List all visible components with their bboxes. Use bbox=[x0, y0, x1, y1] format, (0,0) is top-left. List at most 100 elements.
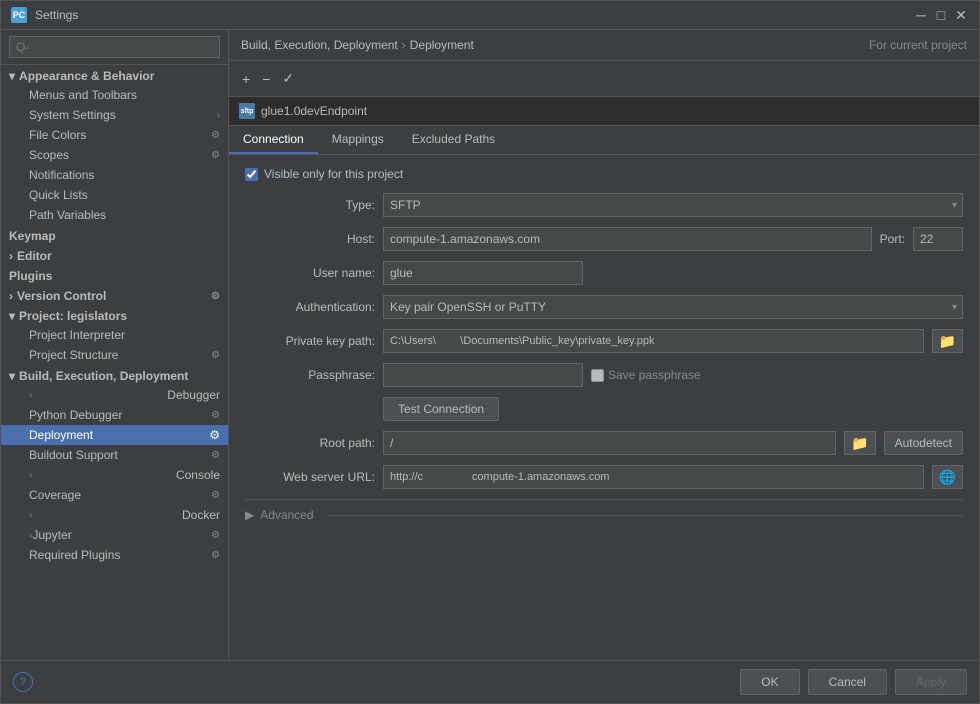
tab-mappings[interactable]: Mappings bbox=[318, 126, 398, 154]
sidebar-label: Scopes bbox=[29, 148, 69, 162]
sidebar-item-python-debugger[interactable]: Python Debugger ⚙ bbox=[1, 405, 228, 425]
sidebar-item-buildout-support[interactable]: Buildout Support ⚙ bbox=[1, 445, 228, 465]
autodetect-button[interactable]: Autodetect bbox=[884, 431, 963, 455]
test-connection-row: Test Connection bbox=[245, 397, 963, 421]
private-key-row: Private key path: 📁 bbox=[245, 329, 963, 353]
web-server-url-row: Web server URL: 🌐 bbox=[245, 465, 963, 489]
advanced-section[interactable]: ▶ Advanced bbox=[245, 499, 963, 530]
apply-button[interactable]: Apply bbox=[895, 669, 967, 695]
sidebar-label: Python Debugger bbox=[29, 408, 122, 422]
sidebar-item-debugger[interactable]: › Debugger bbox=[1, 385, 228, 405]
sidebar-item-version-control[interactable]: › Version Control ⚙ bbox=[1, 285, 228, 305]
sidebar-label: Menus and Toolbars bbox=[29, 88, 137, 102]
sidebar-item-deployment[interactable]: Deployment ⚙ bbox=[1, 425, 228, 445]
help-button[interactable]: ? bbox=[13, 672, 33, 692]
breadcrumb-separator: › bbox=[402, 38, 406, 52]
settings-icon: ⚙ bbox=[211, 490, 220, 501]
settings-window: PC Settings ─ □ ✕ ▾ Appearance & Behavio… bbox=[0, 0, 980, 704]
sidebar-item-jupyter[interactable]: › Jupyter ⚙ bbox=[1, 525, 228, 545]
sidebar-item-quick-lists[interactable]: Quick Lists bbox=[1, 185, 228, 205]
deployment-panel: + − ✓ sftp glue1.0devEndpoint Connection bbox=[229, 61, 979, 660]
sidebar-item-menus-toolbars[interactable]: Menus and Toolbars bbox=[1, 85, 228, 105]
sidebar-label: Appearance & Behavior bbox=[19, 69, 154, 83]
maximize-button[interactable]: □ bbox=[933, 7, 949, 23]
visible-only-checkbox[interactable] bbox=[245, 168, 258, 181]
tabs-bar: Connection Mappings Excluded Paths bbox=[229, 126, 979, 155]
test-connection-button[interactable]: Test Connection bbox=[383, 397, 499, 421]
tab-connection[interactable]: Connection bbox=[229, 126, 318, 154]
sidebar-item-docker[interactable]: › Docker bbox=[1, 505, 228, 525]
web-server-label: Web server URL: bbox=[245, 470, 375, 484]
sidebar-item-build-execution-deployment[interactable]: ▾ Build, Execution, Deployment bbox=[1, 365, 228, 385]
expand-arrow-icon: › bbox=[29, 390, 32, 401]
breadcrumb-parent: Build, Execution, Deployment bbox=[241, 38, 398, 52]
check-button[interactable]: ✓ bbox=[277, 67, 299, 90]
sidebar-item-notifications[interactable]: Notifications bbox=[1, 165, 228, 185]
settings-icon: ⚙ bbox=[211, 350, 220, 361]
open-url-button[interactable]: 🌐 bbox=[932, 465, 963, 489]
private-key-input[interactable] bbox=[383, 329, 924, 353]
save-passphrase-row: Save passphrase bbox=[591, 368, 701, 382]
passphrase-input[interactable] bbox=[383, 363, 583, 387]
browse-root-button[interactable]: 📁 bbox=[844, 431, 875, 455]
passphrase-row: Passphrase: Save passphrase bbox=[245, 363, 963, 387]
type-select[interactable]: SFTP bbox=[383, 193, 963, 217]
sidebar-label: Plugins bbox=[9, 269, 52, 283]
main-panel: Build, Execution, Deployment › Deploymen… bbox=[229, 30, 979, 660]
sidebar-item-project-structure[interactable]: Project Structure ⚙ bbox=[1, 345, 228, 365]
sidebar-item-console[interactable]: › Console bbox=[1, 465, 228, 485]
sidebar-item-coverage[interactable]: Coverage ⚙ bbox=[1, 485, 228, 505]
close-button[interactable]: ✕ bbox=[953, 7, 969, 23]
minimize-button[interactable]: ─ bbox=[913, 7, 929, 23]
sidebar-item-editor[interactable]: › Editor bbox=[1, 245, 228, 265]
sidebar-label: Buildout Support bbox=[29, 448, 118, 462]
add-server-button[interactable]: + bbox=[237, 68, 255, 90]
username-input[interactable] bbox=[383, 261, 583, 285]
sidebar-item-scopes[interactable]: Scopes ⚙ bbox=[1, 145, 228, 165]
auth-select[interactable]: Key pair OpenSSH or PuTTY bbox=[383, 295, 963, 319]
settings-icon: ⚙ bbox=[211, 550, 220, 561]
username-label: User name: bbox=[245, 266, 375, 280]
type-label: Type: bbox=[245, 198, 375, 212]
sidebar-label: Jupyter bbox=[32, 528, 71, 542]
app-icon: PC bbox=[11, 7, 27, 23]
expand-arrow-icon: › bbox=[9, 249, 13, 263]
sidebar-label: Build, Execution, Deployment bbox=[19, 369, 188, 383]
tab-excluded-paths[interactable]: Excluded Paths bbox=[398, 126, 509, 154]
sidebar-item-file-colors[interactable]: File Colors ⚙ bbox=[1, 125, 228, 145]
search-input[interactable] bbox=[9, 36, 220, 58]
breadcrumb-current: Deployment bbox=[410, 38, 474, 52]
settings-icon: ⚙ bbox=[211, 450, 220, 461]
remove-server-button[interactable]: − bbox=[257, 68, 275, 90]
username-row: User name: bbox=[245, 261, 963, 285]
sidebar-item-plugins[interactable]: Plugins bbox=[1, 265, 228, 285]
sidebar-item-required-plugins[interactable]: Required Plugins ⚙ bbox=[1, 545, 228, 565]
sidebar-item-keymap[interactable]: Keymap bbox=[1, 225, 228, 245]
private-key-label: Private key path: bbox=[245, 334, 375, 348]
host-input[interactable] bbox=[383, 227, 872, 251]
sidebar-item-path-variables[interactable]: Path Variables bbox=[1, 205, 228, 225]
port-input[interactable] bbox=[913, 227, 963, 251]
sidebar-label: File Colors bbox=[29, 128, 86, 142]
sidebar-item-system-settings[interactable]: System Settings › bbox=[1, 105, 228, 125]
cancel-button[interactable]: Cancel bbox=[808, 669, 887, 695]
root-path-input[interactable] bbox=[383, 431, 836, 455]
port-label: Port: bbox=[880, 232, 905, 246]
advance-arrow-icon: ▶ bbox=[245, 508, 254, 522]
sidebar-item-project-legislators[interactable]: ▾ Project: legislators bbox=[1, 305, 228, 325]
title-bar-left: PC Settings bbox=[11, 7, 78, 23]
sidebar-item-appearance-behavior[interactable]: ▾ Appearance & Behavior bbox=[1, 65, 228, 85]
host-row: Host: Port: bbox=[245, 227, 963, 251]
sidebar-label: System Settings bbox=[29, 108, 116, 122]
sidebar-label: Project Structure bbox=[29, 348, 118, 362]
sidebar-item-project-interpreter[interactable]: Project Interpreter bbox=[1, 325, 228, 345]
server-item[interactable]: sftp glue1.0devEndpoint bbox=[229, 97, 979, 125]
browse-private-key-button[interactable]: 📁 bbox=[932, 329, 963, 353]
server-name: glue1.0devEndpoint bbox=[261, 104, 367, 118]
connection-form: Visible only for this project Type: SFTP bbox=[229, 155, 979, 660]
web-server-url-input[interactable] bbox=[383, 465, 924, 489]
advanced-label: Advanced bbox=[260, 508, 313, 522]
ok-button[interactable]: OK bbox=[740, 669, 799, 695]
save-passphrase-checkbox[interactable] bbox=[591, 369, 604, 382]
title-bar-controls: ─ □ ✕ bbox=[913, 7, 969, 23]
